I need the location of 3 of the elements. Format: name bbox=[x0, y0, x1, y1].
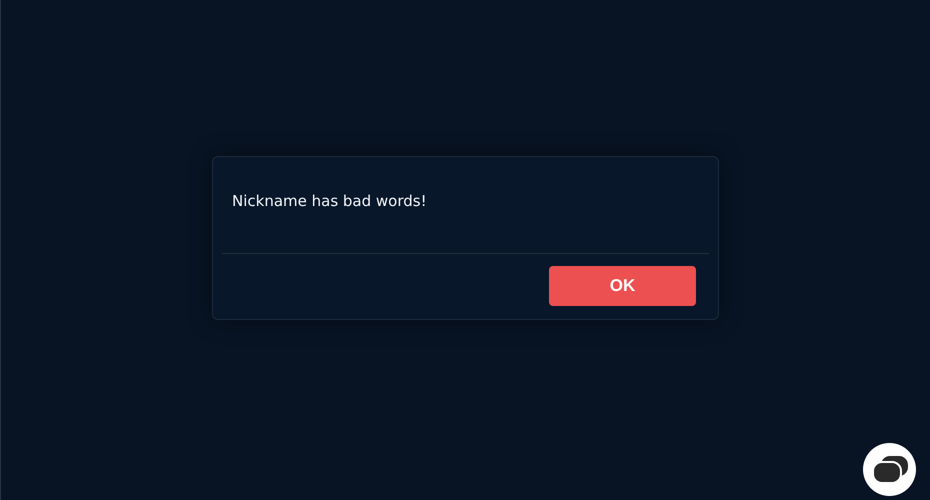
alert-message: Nickname has bad words! bbox=[231, 191, 428, 212]
chat-bubbles-icon bbox=[872, 456, 908, 484]
ok-button[interactable]: OK bbox=[549, 266, 696, 306]
